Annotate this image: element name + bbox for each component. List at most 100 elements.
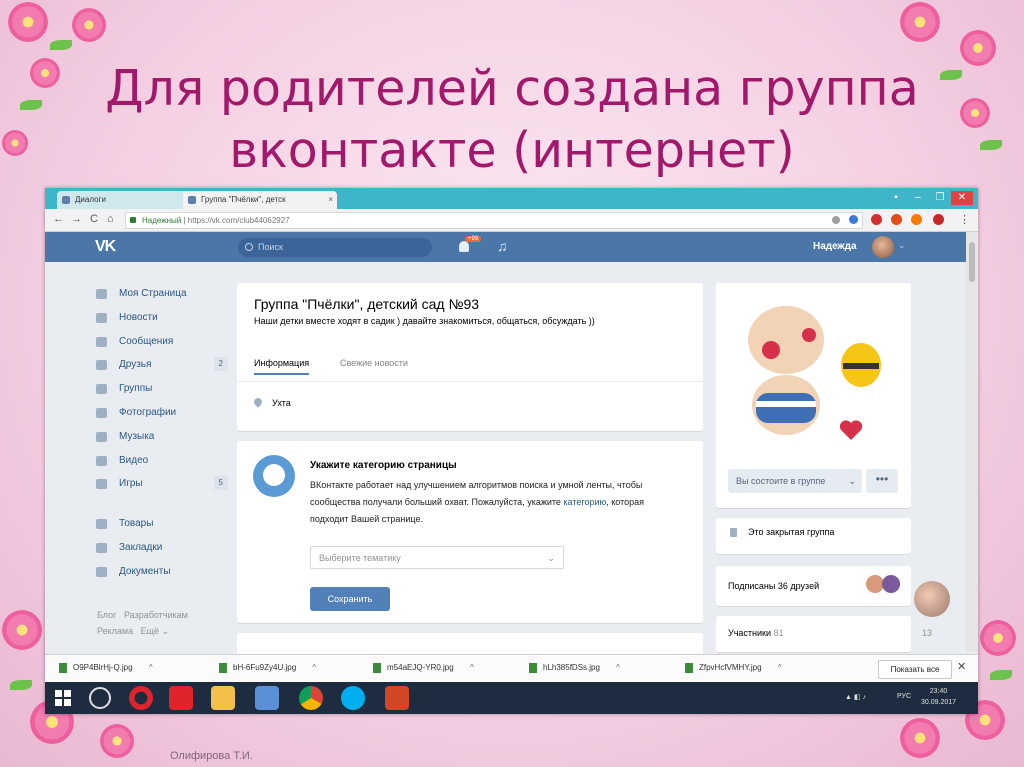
user-name[interactable]: Надежда	[813, 241, 857, 252]
url-field[interactable]: Надежный | https://vk.com/club44062927	[125, 212, 863, 229]
close-downloads-icon[interactable]: ✕	[957, 660, 966, 673]
menu-label: Фотографии	[119, 406, 177, 418]
search-placeholder: Поиск	[258, 242, 283, 252]
url-text: https://vk.com/club44062927	[187, 216, 290, 225]
groups-icon	[96, 384, 107, 395]
tray-icons[interactable]: ▲ ◧ ♪	[845, 693, 866, 701]
extension-icon[interactable]	[911, 214, 922, 225]
chrome-icon[interactable]	[299, 686, 323, 710]
skype-icon[interactable]	[341, 686, 365, 710]
footer-link-developers[interactable]: Разработчикам	[124, 610, 188, 620]
more-options-button[interactable]: •••	[866, 469, 898, 493]
menu-item-games[interactable]: Игры 5	[93, 473, 228, 497]
chat-avatar[interactable]	[914, 581, 950, 617]
music-note-icon[interactable]: ♫	[497, 238, 508, 254]
flower-decoration-icon	[100, 724, 134, 758]
folder-icon[interactable]	[211, 686, 235, 710]
clock[interactable]: 23:40 30.09.2017	[921, 686, 956, 708]
caret-up-icon[interactable]: ^	[616, 663, 620, 672]
maximize-button[interactable]: ❐	[929, 191, 951, 205]
flower-decoration-icon	[980, 620, 1016, 656]
menu-item-music[interactable]: Музыка	[93, 426, 228, 450]
chevron-down-icon[interactable]: ⌄	[898, 240, 906, 251]
member-status-button[interactable]: Вы состоите в группе ⌄	[728, 469, 862, 493]
leaf-decoration-icon	[10, 680, 32, 690]
menu-item-video[interactable]: Видео	[93, 450, 228, 474]
footer-link-ads[interactable]: Реклама	[97, 626, 133, 636]
download-item[interactable]: ZfpvHcfVMHY.jpg ^	[685, 663, 782, 673]
bookmark-star-icon[interactable]	[849, 215, 858, 224]
cart-extension-icon[interactable]	[871, 214, 882, 225]
vk-logo[interactable]: VK	[95, 238, 116, 256]
menu-item-goods[interactable]: Товары	[93, 513, 228, 537]
group-cover-card: Вы состоите в группе ⌄ •••	[716, 283, 911, 508]
menu-item-groups[interactable]: Группы	[93, 378, 228, 402]
footer-link-more[interactable]: Ещё ⌄	[141, 626, 169, 636]
file-icon	[373, 663, 381, 673]
save-button[interactable]: Сохранить	[310, 587, 390, 611]
tab-fresh-news[interactable]: Свежие новости	[340, 353, 408, 373]
download-item[interactable]: m54aEJQ-YR0.jpg ^	[373, 663, 474, 673]
yandex-icon[interactable]	[169, 686, 193, 710]
media-player-icon[interactable]	[255, 686, 279, 710]
powerpoint-icon[interactable]	[385, 686, 409, 710]
tab-information[interactable]: Информация	[254, 353, 310, 375]
caret-up-icon[interactable]: ^	[778, 663, 782, 672]
user-avatar[interactable]	[872, 236, 894, 258]
caret-up-icon[interactable]: ^	[312, 663, 316, 672]
footer-link-blog[interactable]: Блог	[97, 610, 116, 620]
friend-avatar[interactable]	[882, 575, 900, 593]
menu-label: Новости	[119, 311, 158, 323]
menu-item-news[interactable]: Новости	[93, 307, 228, 331]
download-item[interactable]: bH-6Fu9Zy4U.jpg ^	[219, 663, 316, 673]
caret-up-icon[interactable]: ^	[470, 663, 474, 672]
vk-header: VK Поиск +99 ♫ Надежда ⌄	[45, 232, 966, 262]
caret-up-icon[interactable]: ^	[149, 663, 153, 672]
bag-icon	[96, 519, 107, 530]
friends-subscribed-label[interactable]: Подписаны 36 друзей	[728, 581, 819, 591]
extension-icon[interactable]	[891, 214, 902, 225]
category-card: Укажите категорию страницы ВКонтакте раб…	[237, 441, 703, 623]
task-view-icon[interactable]	[89, 687, 111, 709]
reload-button[interactable]: C	[90, 213, 98, 225]
menu-item-documents[interactable]: Документы	[93, 561, 228, 585]
menu-item-my-page[interactable]: Моя Страница	[93, 283, 228, 307]
menu-item-bookmarks[interactable]: Закладки	[93, 537, 228, 561]
bell-icon[interactable]	[459, 241, 469, 252]
menu-item-photos[interactable]: Фотографии	[93, 402, 228, 426]
download-filename: m54aEJQ-YR0.jpg	[387, 663, 454, 672]
menu-kebab-icon[interactable]: ⋮	[959, 213, 970, 226]
show-all-downloads-button[interactable]: Показать все	[878, 660, 952, 679]
extension-icon[interactable]	[933, 214, 944, 225]
scrollbar[interactable]	[966, 232, 978, 652]
clock-time: 23:40	[929, 688, 948, 695]
close-tab-icon[interactable]: ×	[328, 191, 333, 209]
flower-decoration-icon	[900, 718, 940, 758]
zoom-icon[interactable]	[832, 216, 840, 224]
minimize-button[interactable]: –	[907, 191, 929, 205]
user-profile-icon[interactable]: ▪	[885, 191, 907, 205]
home-button[interactable]: ⌂	[107, 213, 114, 225]
search-input[interactable]: Поиск	[238, 238, 432, 257]
language-indicator[interactable]: РУС	[897, 693, 911, 700]
members-label[interactable]: Участники 81	[728, 628, 784, 638]
star-icon	[96, 542, 107, 553]
topic-select[interactable]: Выберите тематику ⌄	[310, 546, 564, 569]
back-button[interactable]: ←	[53, 213, 64, 225]
download-item[interactable]: O9P4BlrHj-Q.jpg ^	[59, 663, 153, 673]
download-item[interactable]: hLh385fDSs.jpg ^	[529, 663, 620, 673]
menu-label: Закладки	[119, 541, 163, 553]
tab-dialogs[interactable]: Диалоги ×	[57, 191, 195, 209]
download-filename: hLh385fDSs.jpg	[543, 663, 600, 672]
scrollbar-thumb[interactable]	[969, 242, 975, 282]
menu-item-messages[interactable]: Сообщения	[93, 331, 228, 355]
close-window-button[interactable]: ✕	[951, 191, 973, 205]
menu-item-friends[interactable]: Друзья 2	[93, 354, 228, 378]
forward-button[interactable]: →	[71, 213, 82, 225]
menu-label: Друзья	[119, 359, 152, 371]
opera-icon[interactable]	[129, 686, 153, 710]
flower-decoration-icon	[2, 610, 42, 650]
category-link[interactable]: категорию	[563, 497, 606, 507]
windows-start-icon[interactable]	[51, 686, 75, 710]
tab-group[interactable]: Группа "Пчёлки", детск ×	[183, 191, 337, 209]
